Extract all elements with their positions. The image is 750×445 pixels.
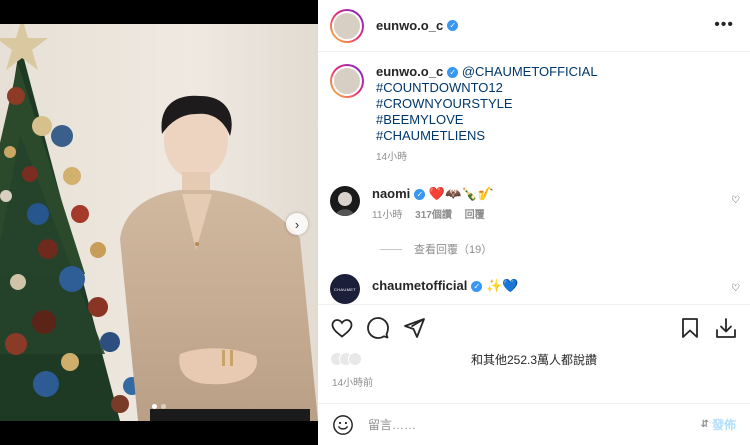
verified-badge-icon: ✓	[471, 281, 483, 292]
view-replies-button[interactable]: 查看回覆（19）	[380, 241, 492, 257]
next-photo-button[interactable]: ›	[286, 213, 308, 235]
comment-like-heart-icon[interactable]: ♡	[731, 195, 740, 206]
download-icon[interactable]	[714, 316, 738, 340]
translate-icon: ⇵	[700, 419, 709, 430]
comment-like-heart-icon[interactable]: ♡	[731, 283, 740, 294]
caption-time: 14小時	[376, 152, 408, 163]
verified-badge-icon: ✓	[447, 67, 459, 78]
likes-count-text[interactable]: 和其他252.3萬人都說讚	[471, 351, 597, 368]
emoji-icon[interactable]	[332, 414, 354, 436]
post-comment-button[interactable]: ⇵ 發佈	[701, 416, 736, 433]
post-header: eunwo.o_c ✓ •••	[318, 0, 750, 52]
like-heart-icon[interactable]	[330, 316, 354, 340]
commenter-username[interactable]: chaumetofficial	[372, 278, 467, 293]
comment-text: chaumetofficial ✓ ✨💙	[372, 278, 518, 304]
comment-text: naomi ✓ ❤️🦇🍾🎷 11小時 317個讚 回覆	[372, 186, 495, 224]
reply-button[interactable]: 回覆	[465, 210, 485, 221]
caption-avatar[interactable]	[330, 64, 364, 98]
comment-time: 11小時	[372, 210, 403, 221]
verified-badge-icon: ✓	[414, 189, 426, 200]
caption-username[interactable]: eunwo.o_c	[376, 64, 443, 79]
action-bar	[318, 304, 750, 350]
chevron-right-icon: ›	[294, 216, 300, 232]
carousel-dot	[161, 404, 166, 409]
caption-text: eunwo.o_c ✓ @CHAUMETOFFICIAL #COUNTDOWNTO…	[376, 64, 598, 166]
post-timestamp: 14小時前	[332, 378, 374, 389]
share-send-icon[interactable]	[402, 316, 426, 340]
carousel-indicator	[0, 404, 318, 409]
comment-body: ❤️🦇🍾🎷	[428, 186, 494, 201]
comment-bubble-icon[interactable]	[366, 316, 390, 340]
hashtag-link[interactable]: #CROWNYOURSTYLE	[376, 96, 513, 111]
hashtag-link[interactable]: #BEEMYLOVE	[376, 112, 463, 127]
add-comment-bar: ⇵ 發佈	[318, 403, 750, 445]
post-media: ›	[0, 0, 318, 445]
bookmark-save-icon[interactable]	[678, 316, 702, 340]
more-options-icon[interactable]: •••	[714, 16, 734, 34]
commenter-username[interactable]: naomi	[372, 186, 410, 201]
caption: eunwo.o_c ✓ @CHAUMETOFFICIAL #COUNTDOWNTO…	[330, 64, 598, 166]
commenter-avatar[interactable]: CHAUMET	[330, 274, 360, 304]
comments-section: eunwo.o_c ✓ @CHAUMETOFFICIAL #COUNTDOWNTO…	[318, 52, 750, 304]
mention-link[interactable]: @CHAUMETOFFICIAL	[462, 64, 598, 79]
comment-item: naomi ✓ ❤️🦇🍾🎷 11小時 317個讚 回覆	[330, 186, 495, 224]
likes-summary[interactable]: 和其他252.3萬人都說讚	[330, 348, 750, 370]
comment-body: ✨💙	[485, 278, 519, 293]
author-avatar[interactable]	[330, 8, 364, 43]
instagram-post-modal: › eunwo.o_c ✓ ••• eunwo.o_c ✓ @CHAUMETOFF…	[0, 0, 750, 445]
hashtag-link[interactable]: #CHAUMETLIENS	[376, 128, 485, 143]
liker-avatar	[348, 352, 362, 366]
view-replies-label: 查看回覆（19）	[414, 244, 493, 256]
carousel-dot	[152, 404, 157, 409]
comment-likes[interactable]: 317個讚	[415, 210, 452, 221]
comment-input[interactable]	[368, 417, 701, 432]
photo-illustration	[0, 24, 318, 421]
post-details-panel: eunwo.o_c ✓ ••• eunwo.o_c ✓ @CHAUMETOFFIC…	[318, 0, 750, 445]
post-photo	[0, 24, 318, 421]
post-button-label: 發佈	[711, 418, 736, 432]
comment-item: CHAUMET chaumetofficial ✓ ✨💙	[330, 274, 518, 304]
hashtag-link[interactable]: #COUNTDOWNTO12	[376, 80, 503, 95]
author-username[interactable]: eunwo.o_c	[376, 18, 443, 33]
verified-badge-icon: ✓	[447, 20, 459, 31]
commenter-avatar[interactable]	[330, 186, 360, 216]
avatar-logo-text: CHAUMET	[334, 286, 356, 292]
